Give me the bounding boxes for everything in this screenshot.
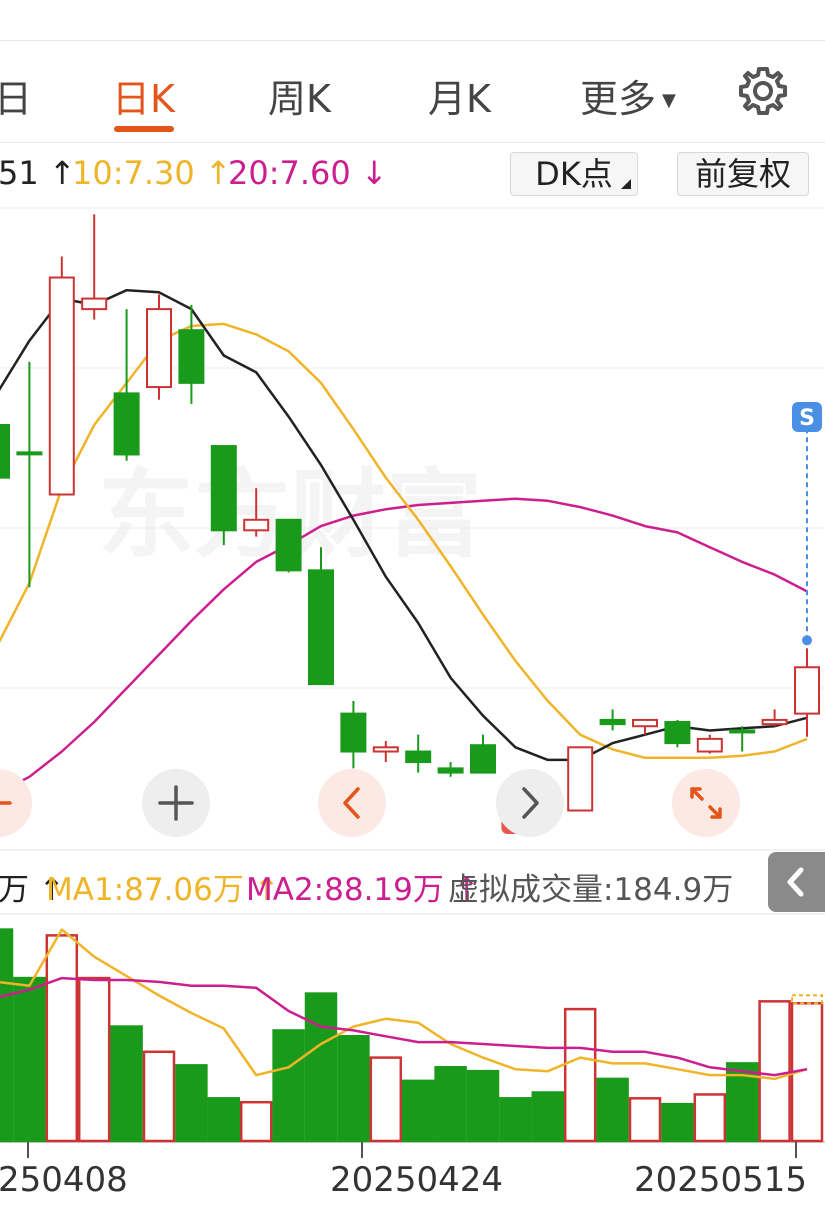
candle-body <box>81 297 108 311</box>
candle-body <box>372 746 399 753</box>
candle-body <box>0 423 10 479</box>
collapse-panel-button[interactable] <box>768 852 825 912</box>
volume-bar <box>401 1079 435 1143</box>
volume-bar <box>434 1066 467 1143</box>
candle[interactable] <box>48 256 75 496</box>
volume-bar <box>628 1097 662 1143</box>
candle[interactable] <box>437 762 464 777</box>
candle[interactable] <box>146 294 172 400</box>
candle-body <box>632 718 658 728</box>
volume-bar <box>466 1069 500 1143</box>
candle-body <box>210 445 237 532</box>
volume-bar <box>0 928 14 1143</box>
candle-body <box>794 666 820 715</box>
volume-bar <box>499 1097 532 1143</box>
candle[interactable] <box>696 734 723 754</box>
volume-bar <box>693 1093 727 1143</box>
candle-body <box>48 276 75 496</box>
candle[interactable] <box>761 709 788 727</box>
candle[interactable] <box>275 518 302 573</box>
candle[interactable] <box>664 719 691 748</box>
sell-marker-label: S <box>799 406 815 431</box>
volume-bar <box>110 1025 143 1143</box>
volume-bar <box>142 1050 176 1143</box>
zoom-in-button[interactable] <box>142 769 210 837</box>
candle[interactable] <box>81 214 108 320</box>
candle-body <box>729 729 756 734</box>
candle-body <box>146 308 172 389</box>
candle[interactable] <box>794 648 820 737</box>
candle-body <box>16 451 43 456</box>
scroll-right-bg <box>496 769 564 837</box>
candle-body <box>275 518 302 572</box>
candle-body <box>340 712 367 753</box>
vol-ma2-legend: MA2:88.19万 ↑ <box>246 872 480 908</box>
candle[interactable] <box>729 726 756 752</box>
candle[interactable] <box>340 700 367 769</box>
candle-body <box>761 718 788 726</box>
x-tick-label: 20250424 <box>330 1160 504 1200</box>
x-tick-label: 20250515 <box>634 1160 808 1200</box>
candle[interactable] <box>210 445 237 546</box>
candle[interactable] <box>599 709 626 731</box>
candle-body <box>308 569 334 686</box>
volume-bar <box>563 1007 597 1143</box>
volume-bar <box>45 934 79 1143</box>
candle-body <box>243 518 270 532</box>
vol-ma1-legend: MA1:87.06万 ↑ <box>46 872 280 908</box>
candle-body <box>567 746 594 812</box>
volume-bar <box>531 1091 565 1143</box>
scroll-left-button[interactable] <box>318 769 386 837</box>
volume-bar <box>758 1000 791 1143</box>
candle[interactable] <box>567 746 594 812</box>
candle-body <box>113 392 140 456</box>
volume-bar <box>596 1077 629 1143</box>
scroll-right-button[interactable] <box>496 769 564 837</box>
kline-chart[interactable]: 东方财富 BS <box>0 0 825 1210</box>
candle-body <box>437 767 464 774</box>
volume-legend: 万 ↑ MA1:87.06万 ↑ MA2:88.19万 ↑ 虚拟成交量:184.… <box>0 858 825 910</box>
candle[interactable] <box>405 734 432 773</box>
candle-body <box>470 744 496 774</box>
fullscreen-bg <box>672 769 740 837</box>
fullscreen-button[interactable] <box>672 769 740 837</box>
volume-bar <box>272 1029 305 1143</box>
candle-body <box>664 721 691 745</box>
candle[interactable] <box>113 309 140 461</box>
virtual-volume-legend: 虚拟成交量:184.9万 <box>448 872 734 908</box>
scroll-left-bg <box>318 769 386 837</box>
candle[interactable] <box>16 361 43 588</box>
chevron-left-icon <box>787 867 804 897</box>
volume-bar <box>239 1100 273 1143</box>
volume-bar <box>77 976 111 1143</box>
sell-marker[interactable]: S <box>792 402 822 432</box>
candle-body <box>696 737 723 753</box>
volume-bar <box>13 976 46 1143</box>
candle-body <box>405 750 432 764</box>
candle[interactable] <box>470 734 496 774</box>
volume-bar <box>369 1056 403 1143</box>
volume-bar <box>304 992 338 1143</box>
volume-bar <box>175 1064 208 1143</box>
candle-body <box>178 329 205 384</box>
candle[interactable] <box>372 740 399 763</box>
candle-body <box>599 718 626 726</box>
volume-bar <box>337 1035 370 1143</box>
volume-bar <box>207 1097 241 1143</box>
candle[interactable] <box>0 423 10 479</box>
volume-bar <box>661 1102 694 1143</box>
x-tick-label: 250408 <box>0 1160 128 1200</box>
